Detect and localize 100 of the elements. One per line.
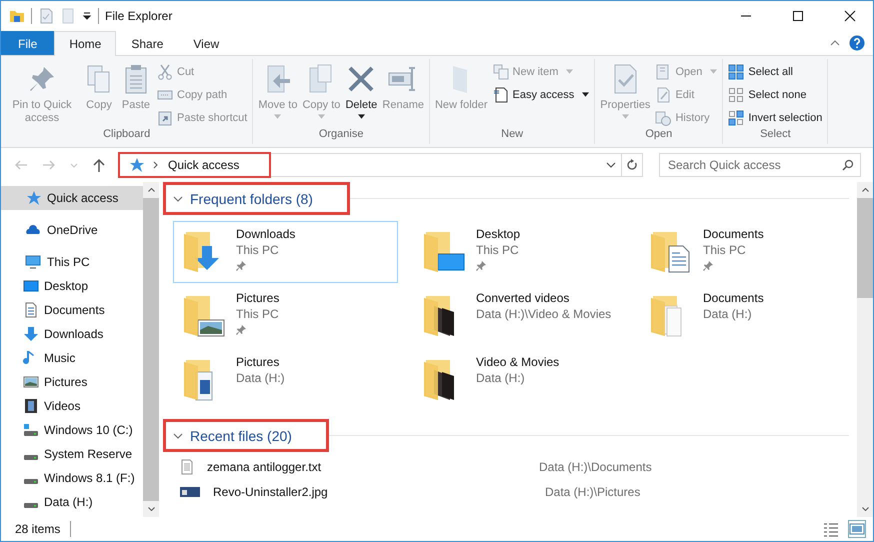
scrollbar[interactable] xyxy=(143,182,159,517)
folder-tile[interactable]: Documents This PC xyxy=(640,221,857,283)
maximize-icon xyxy=(792,10,804,22)
file-name: Revo-Uninstaller2.jpg xyxy=(213,484,329,498)
folder-name: Pictures xyxy=(236,355,280,369)
sidebar-item[interactable]: Desktop xyxy=(1,274,143,298)
drive-icon xyxy=(24,503,38,508)
scroll-up-icon xyxy=(862,188,868,192)
folder-name: Video & Movies xyxy=(476,355,560,369)
ribbon-button[interactable]: Easy access xyxy=(490,84,592,105)
group-label: Select xyxy=(759,128,792,142)
caret-icon[interactable] xyxy=(82,11,92,21)
close-icon xyxy=(844,10,856,22)
item-count: 28 items xyxy=(15,522,60,536)
sidebar-item[interactable]: This PC xyxy=(1,250,143,274)
folder-tile[interactable]: Video & Movies Data (H:) xyxy=(413,349,638,411)
breadcrumb[interactable]: Quick access xyxy=(168,158,240,172)
group-label: Organise xyxy=(318,128,364,142)
folder-icon xyxy=(9,8,25,24)
folder-location: This PC xyxy=(236,307,280,321)
ribbon-button[interactable]: Invert selection xyxy=(726,107,824,128)
window-title: File Explorer xyxy=(105,9,172,23)
search-icon[interactable] xyxy=(842,159,854,171)
open-icon xyxy=(655,64,672,80)
chevron-right-icon xyxy=(152,161,160,169)
scissors-icon xyxy=(157,64,173,80)
group-label: Open xyxy=(644,128,674,142)
select-all-icon xyxy=(728,64,744,80)
document-icon xyxy=(23,302,39,318)
large-icons-view-icon[interactable] xyxy=(849,521,865,537)
sidebar-item[interactable]: Windows 8.1 (F:) xyxy=(1,466,143,490)
folder-tile[interactable]: Desktop This PC xyxy=(413,221,638,283)
search-field[interactable]: Search Quick access xyxy=(659,153,861,177)
file-name: zemana antilogger.txt xyxy=(207,460,322,474)
folder-location: This PC xyxy=(236,243,280,257)
sidebar-item[interactable]: Pictures xyxy=(1,370,143,394)
sidebar-item[interactable]: Videos xyxy=(1,394,143,418)
text-file-icon xyxy=(179,458,195,474)
computer-icon xyxy=(25,254,41,270)
sidebar-item[interactable]: Quick access xyxy=(1,186,143,210)
sidebar-item[interactable]: Documents xyxy=(1,298,143,322)
folder-name: Documents xyxy=(703,227,764,241)
ribbon-button[interactable]: Select none xyxy=(726,84,824,105)
help-icon[interactable] xyxy=(849,35,865,51)
folder-location: This PC xyxy=(476,243,520,257)
picture-icon xyxy=(23,374,39,390)
edit-icon xyxy=(655,86,672,102)
select-none-icon xyxy=(728,86,744,102)
section-title: Frequent folders (8) xyxy=(190,190,313,206)
folder-name: Converted videos xyxy=(476,291,570,305)
file-location: Data (H:)\Pictures xyxy=(545,484,640,498)
scroll-up-icon xyxy=(148,188,154,192)
invert-selection-icon xyxy=(728,110,744,126)
drive-icon xyxy=(24,455,38,460)
sidebar-item[interactable]: Data (H:) xyxy=(1,490,143,514)
folder-name: Desktop xyxy=(476,227,520,241)
group-label: New xyxy=(500,128,524,142)
folder-location: Data (H:)\Video & Movies xyxy=(476,307,612,321)
sidebar-item[interactable]: System Reserve xyxy=(1,442,143,466)
refresh-icon[interactable] xyxy=(626,159,638,171)
folder-location: Data (H:) xyxy=(476,371,526,385)
folder-tile[interactable]: Pictures This PC xyxy=(173,285,398,347)
folder-tile[interactable]: Downloads This PC xyxy=(173,221,398,283)
up-arrow-icon[interactable] xyxy=(91,157,107,173)
section-title: Recent files (20) xyxy=(190,428,292,444)
ribbon-tab[interactable]: File xyxy=(1,31,54,55)
scroll-down-icon xyxy=(862,507,868,511)
folder-name: Downloads xyxy=(236,227,296,241)
file-row[interactable]: zemana antilogger.txt Data (H:)\Documents xyxy=(179,454,849,479)
group-label: Clipboard xyxy=(102,128,152,142)
ribbon-button[interactable]: Select all xyxy=(726,61,824,82)
ribbon-tab[interactable]: View xyxy=(178,31,234,55)
file-row[interactable]: Revo-Uninstaller2.jpg Data (H:)\Pictures xyxy=(179,479,849,504)
folder-location: This PC xyxy=(703,243,747,257)
ribbon-button[interactable]: Delete xyxy=(343,61,380,128)
folder-tile[interactable]: Documents Data (H:) xyxy=(640,285,857,347)
drive-icon xyxy=(23,422,39,438)
down-arrow-icon xyxy=(23,326,39,342)
star-icon xyxy=(128,157,144,173)
folder-name: Pictures xyxy=(236,291,280,305)
details-view-icon[interactable] xyxy=(823,521,839,537)
folder-name: Documents xyxy=(703,291,764,305)
scrollbar[interactable] xyxy=(857,182,873,517)
sidebar-item[interactable]: Windows 10 (C:) xyxy=(1,418,143,442)
sidebar-item[interactable]: Music xyxy=(1,346,143,370)
file-location: Data (H:)\Documents xyxy=(539,460,652,474)
film-icon xyxy=(23,398,39,414)
folder-tile[interactable]: Converted videos Data (H:)\Video & Movies xyxy=(413,285,638,347)
document-icon xyxy=(492,86,509,102)
ribbon-tab[interactable]: Share xyxy=(116,31,178,55)
scroll-down-icon xyxy=(148,507,154,511)
address-bar[interactable]: Quick access xyxy=(119,153,643,177)
sidebar-item[interactable]: Downloads xyxy=(1,322,143,346)
folder-tile[interactable]: Pictures Data (H:) xyxy=(173,349,398,411)
sidebar-item[interactable]: OneDrive xyxy=(1,218,143,242)
new-item-icon xyxy=(492,64,509,80)
folder-location: Data (H:) xyxy=(703,307,753,321)
monitor-icon xyxy=(23,278,39,294)
ribbon-tab[interactable]: Home xyxy=(54,31,116,56)
drive-icon xyxy=(24,479,38,484)
